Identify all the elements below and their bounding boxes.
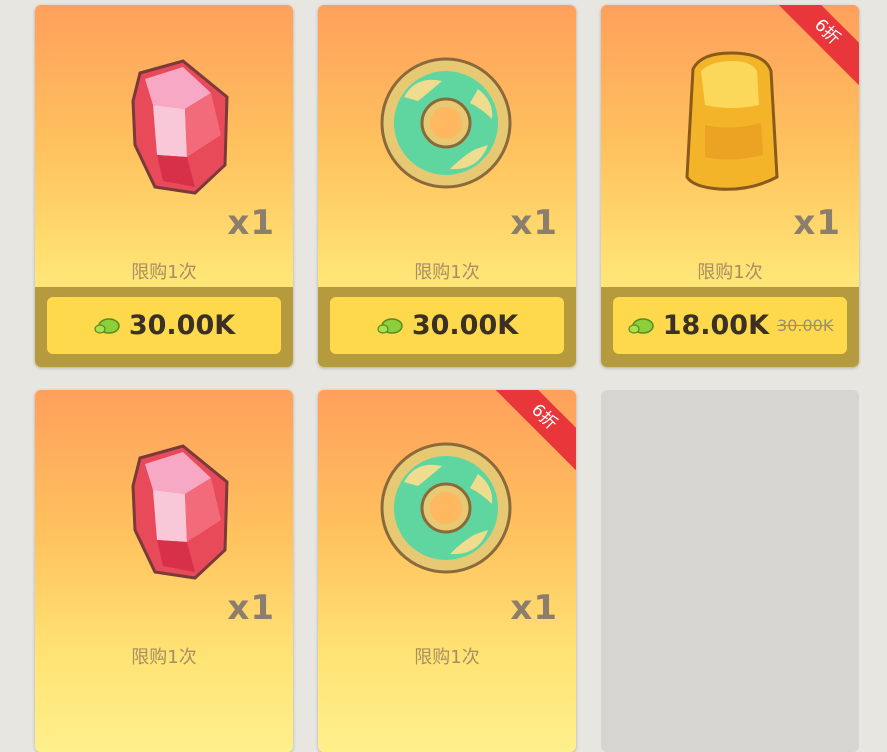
price-bar: 30.00K <box>318 287 576 367</box>
red-gem-icon <box>131 444 229 580</box>
purchase-limit-label: 限购1次 <box>414 647 480 668</box>
purchase-limit-label: 限购1次 <box>697 262 763 283</box>
quantity-label: x1 <box>510 588 558 628</box>
buy-button[interactable]: 18.00K 30.00K <box>613 297 847 354</box>
price-label: 30.00K <box>411 310 519 341</box>
quantity-label: x1 <box>227 588 275 628</box>
quantity-label: x1 <box>227 203 275 243</box>
price-bar: 30.00K <box>35 287 293 367</box>
price-label: 18.00K <box>662 310 770 341</box>
shop-card-4[interactable]: x1 限购1次 <box>35 390 293 752</box>
red-gem-icon <box>131 59 229 195</box>
quantity-label: x1 <box>510 203 558 243</box>
shop-card-1[interactable]: x1 限购1次 30.00K <box>35 5 293 367</box>
quantity-label: x1 <box>793 203 841 243</box>
jade-ring-icon <box>380 57 512 189</box>
green-leaf-coin-icon <box>377 317 403 334</box>
empty-shop-slot <box>601 390 859 752</box>
shop-card-2[interactable]: x1 限购1次 30.00K <box>318 5 576 367</box>
purchase-limit-label: 限购1次 <box>131 647 197 668</box>
shop-card-5[interactable]: 6折 x1 限购1次 <box>318 390 576 752</box>
green-leaf-coin-icon <box>628 317 654 334</box>
price-label: 30.00K <box>128 310 236 341</box>
purchase-limit-label: 限购1次 <box>414 262 480 283</box>
price-bar: 18.00K 30.00K <box>601 287 859 367</box>
purchase-limit-label: 限购1次 <box>131 262 197 283</box>
shop-card-3[interactable]: 6折 x1 限购1次 18.00K 30.00K <box>601 5 859 367</box>
original-price-label: 30.00K <box>777 316 834 335</box>
buy-button[interactable]: 30.00K <box>47 297 281 354</box>
green-leaf-coin-icon <box>94 317 120 334</box>
buy-button[interactable]: 30.00K <box>330 297 564 354</box>
